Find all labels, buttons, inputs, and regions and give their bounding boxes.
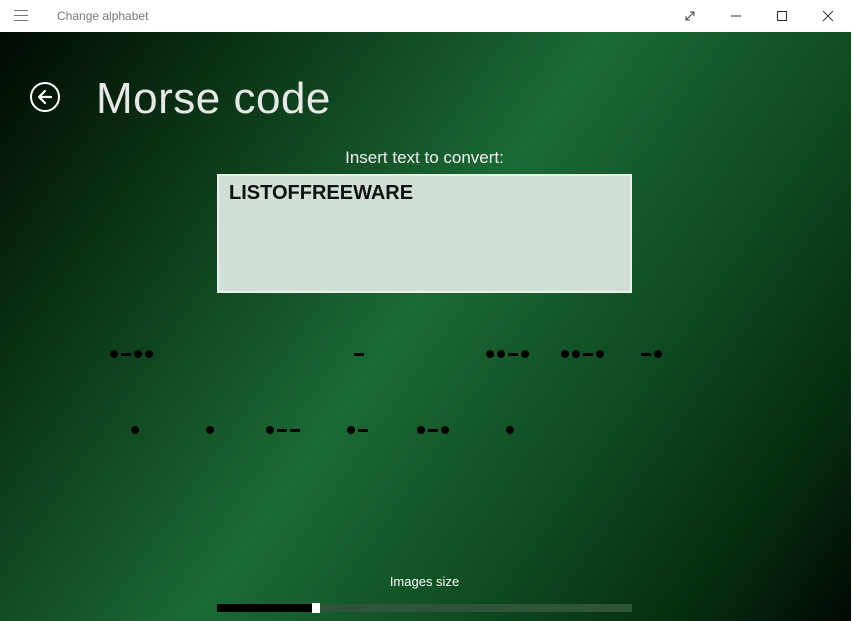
morse-symbol xyxy=(110,344,153,364)
back-arrow-icon xyxy=(37,89,53,105)
morse-symbol xyxy=(506,420,514,440)
morse-symbol xyxy=(206,420,214,440)
morse-symbol xyxy=(131,420,139,440)
morse-row xyxy=(0,420,851,440)
morse-symbol xyxy=(641,344,662,364)
slider-thumb[interactable] xyxy=(312,603,320,613)
morse-symbol xyxy=(354,344,364,364)
close-button[interactable] xyxy=(805,0,851,32)
images-size-slider[interactable] xyxy=(217,603,632,613)
morse-symbol xyxy=(417,420,449,440)
insert-text-label: Insert text to convert: xyxy=(345,148,504,167)
expand-icon[interactable] xyxy=(667,0,713,32)
morse-symbol xyxy=(486,344,529,364)
main-content: Morse code Insert text to convert: LISTO… xyxy=(0,32,851,621)
morse-symbol xyxy=(347,420,368,440)
minimize-button[interactable] xyxy=(713,0,759,32)
page-title: Morse code xyxy=(96,74,331,123)
maximize-icon xyxy=(777,11,787,21)
minimize-icon xyxy=(731,15,741,17)
back-button[interactable] xyxy=(30,82,60,112)
images-size-label: Images size xyxy=(389,574,460,589)
slider-fill xyxy=(217,604,312,612)
close-icon xyxy=(822,10,834,22)
app-title: Change alphabet xyxy=(57,9,149,23)
hamburger-icon[interactable] xyxy=(14,10,28,21)
maximize-button[interactable] xyxy=(759,0,805,32)
text-to-convert-input[interactable]: LISTOFFREEWARE xyxy=(217,174,632,293)
title-bar: Change alphabet xyxy=(0,0,853,32)
morse-symbol xyxy=(561,344,604,364)
morse-row xyxy=(0,344,851,364)
morse-symbol xyxy=(266,420,300,440)
